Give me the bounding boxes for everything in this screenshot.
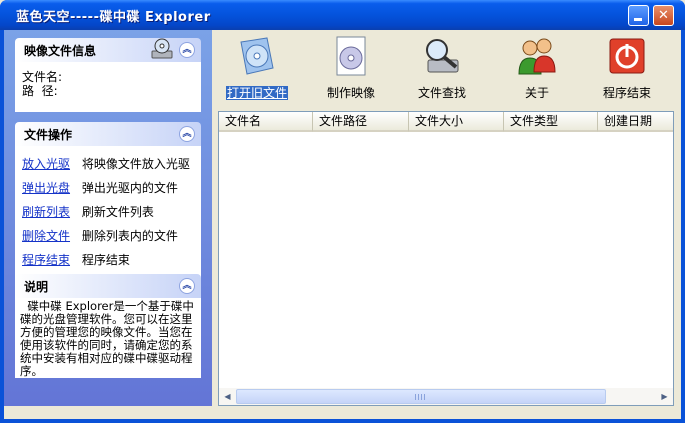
disc-document-icon	[336, 36, 366, 76]
column-created[interactable]: 创建日期	[598, 112, 673, 132]
status-bar	[4, 408, 681, 419]
list-header: 文件名 文件路径 文件大小 文件类型 创建日期	[219, 112, 673, 132]
grip-icon	[415, 394, 427, 400]
about-panel: 说明 ︽ 碟中碟 Explorer是一个基于碟中碟的光盘管理软件。您可以在这里方…	[15, 274, 201, 378]
image-info-title: 映像文件信息	[24, 44, 97, 58]
title-bar[interactable]: 蓝色天空-----碟中碟 Explorer ✕	[0, 0, 685, 30]
cd-drive-icon	[151, 38, 173, 59]
power-icon	[609, 38, 645, 74]
about-text: 碟中碟 Explorer是一个基于碟中碟的光盘管理软件。您可以在这里方便的管理您…	[20, 299, 194, 378]
list-item: 放入光驱 将映像文件放入光驱	[22, 152, 194, 176]
app-window: 蓝色天空-----碟中碟 Explorer ✕ 映像文件信息 ︽ 文件名: 路 …	[0, 0, 685, 423]
collapse-image-info-button[interactable]: ︽	[179, 42, 195, 58]
list-item: 弹出光盘 弹出光驱内的文件	[22, 176, 194, 200]
users-icon	[518, 38, 556, 75]
about-header[interactable]: 说明 ︽	[15, 274, 201, 298]
file-ops-body: 放入光驱 将映像文件放入光驱 弹出光盘 弹出光驱内的文件 刷新列表 刷新文件列表…	[15, 146, 201, 278]
eject-disc-link[interactable]: 弹出光盘	[22, 176, 78, 200]
client-area: 映像文件信息 ︽ 文件名: 路 径: 文件操作 ︽ 放入光驱 将映像文件放入光驱…	[4, 30, 681, 419]
make-image-label: 制作映像	[326, 86, 375, 100]
file-ops-panel: 文件操作 ︽ 放入光驱 将映像文件放入光驱 弹出光盘 弹出光驱内的文件 刷新列表…	[15, 122, 201, 278]
path-label: 路 径:	[22, 84, 58, 98]
open-file-label: 打开旧文件	[225, 86, 288, 100]
eject-disc-desc: 弹出光驱内的文件	[81, 181, 178, 195]
task-pane: 映像文件信息 ︽ 文件名: 路 径: 文件操作 ︽ 放入光驱 将映像文件放入光驱…	[4, 30, 212, 406]
list-item: 程序结束 程序结束	[22, 248, 194, 272]
exit-button[interactable]: 程序结束	[587, 34, 667, 104]
file-search-button[interactable]: 文件查找	[402, 34, 482, 104]
exit-label: 程序结束	[602, 86, 651, 100]
open-file-button[interactable]: 打开旧文件	[217, 34, 297, 104]
list-item: 删除文件 删除列表内的文件	[22, 224, 194, 248]
about-body: 碟中碟 Explorer是一个基于碟中碟的光盘管理软件。您可以在这里方便的管理您…	[15, 298, 201, 378]
file-search-label: 文件查找	[417, 86, 466, 100]
file-ops-title: 文件操作	[24, 128, 73, 142]
column-filesize[interactable]: 文件大小	[409, 112, 504, 132]
column-filepath[interactable]: 文件路径	[313, 112, 409, 132]
about-label: 关于	[524, 86, 549, 100]
image-info-panel: 映像文件信息 ︽ 文件名: 路 径:	[15, 38, 201, 112]
toolbar: 打开旧文件 制作映像 文件查找 关于 程序结束	[217, 30, 681, 110]
column-filetype[interactable]: 文件类型	[504, 112, 598, 132]
filename-label: 文件名:	[22, 70, 63, 84]
file-list[interactable]: 文件名 文件路径 文件大小 文件类型 创建日期 ◀ ▶	[218, 111, 674, 406]
minimize-button[interactable]	[628, 5, 649, 26]
minimize-icon	[634, 18, 642, 21]
delete-file-desc: 删除列表内的文件	[81, 229, 178, 243]
window-title: 蓝色天空-----碟中碟 Explorer	[16, 10, 211, 25]
open-disc-icon	[240, 37, 274, 75]
close-button[interactable]: ✕	[653, 5, 674, 26]
image-info-header[interactable]: 映像文件信息 ︽	[15, 38, 201, 62]
collapse-about-button[interactable]: ︽	[179, 278, 195, 294]
about-button[interactable]: 关于	[497, 34, 577, 104]
insert-disc-link[interactable]: 放入光驱	[22, 152, 78, 176]
about-title: 说明	[24, 280, 49, 294]
scroll-right-icon[interactable]: ▶	[656, 388, 673, 405]
close-icon: ✕	[658, 8, 669, 23]
scroll-left-icon[interactable]: ◀	[219, 388, 236, 405]
delete-file-link[interactable]: 删除文件	[22, 224, 78, 248]
collapse-file-ops-button[interactable]: ︽	[179, 126, 195, 142]
file-ops-header[interactable]: 文件操作 ︽	[15, 122, 201, 146]
exit-program-desc: 程序结束	[81, 253, 130, 267]
refresh-list-desc: 刷新文件列表	[81, 205, 154, 219]
exit-program-link[interactable]: 程序结束	[22, 248, 78, 272]
scroll-thumb[interactable]	[236, 389, 606, 404]
list-item: 刷新列表 刷新文件列表	[22, 200, 194, 224]
column-filename[interactable]: 文件名	[219, 112, 313, 132]
refresh-list-link[interactable]: 刷新列表	[22, 200, 78, 224]
make-image-button[interactable]: 制作映像	[311, 34, 391, 104]
image-info-body: 文件名: 路 径:	[15, 62, 201, 112]
search-icon	[426, 39, 459, 73]
horizontal-scrollbar[interactable]: ◀ ▶	[219, 388, 673, 405]
insert-disc-desc: 将映像文件放入光驱	[81, 157, 190, 171]
